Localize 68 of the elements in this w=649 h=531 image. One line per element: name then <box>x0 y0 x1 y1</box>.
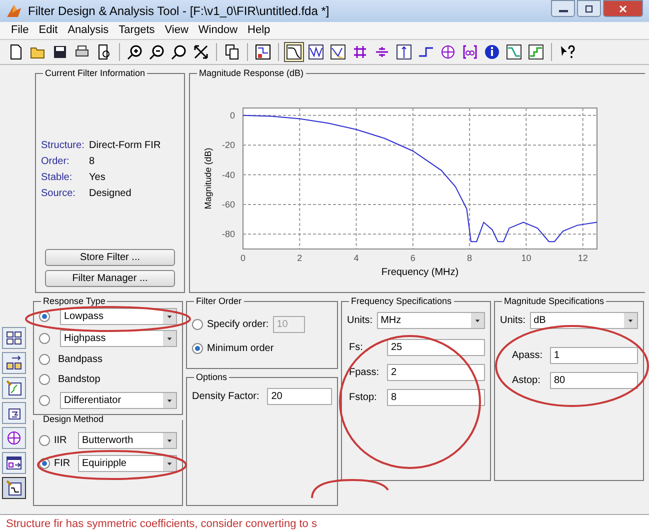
axis-label: Magnitude (dB) <box>203 148 213 210</box>
field-label: Fstop: <box>349 391 378 405</box>
menu-item[interactable]: File <box>6 22 34 39</box>
input-field[interactable]: 20 <box>267 388 332 405</box>
field-label: Units: <box>347 314 373 328</box>
tick-label: 6 <box>410 253 416 263</box>
menu-item[interactable]: Edit <box>34 22 63 39</box>
group-title: Options <box>195 373 228 382</box>
info-value: Yes <box>89 171 106 185</box>
field-label: Units: <box>500 314 526 328</box>
tick-label: 8 <box>467 253 472 263</box>
info-label: Stable: <box>41 171 74 185</box>
tick-label: -80 <box>222 229 235 240</box>
tick-label: 12 <box>578 253 588 263</box>
filter-button[interactable]: Store Filter ... <box>45 249 175 266</box>
option-label[interactable]: FIR <box>54 456 74 471</box>
tick-label: 4 <box>354 253 359 263</box>
dropdown[interactable]: MHz <box>376 312 485 329</box>
tick-label: 0 <box>240 253 246 263</box>
menu-item[interactable]: Help <box>242 22 276 39</box>
tick-label: -40 <box>222 170 235 180</box>
tick-label: -60 <box>222 199 235 210</box>
info-label: Source: <box>41 187 76 201</box>
filter-button[interactable]: Filter Manager ... <box>45 270 175 287</box>
group-title: Current Filter Information <box>44 69 146 78</box>
field-label: Astop: <box>512 374 542 388</box>
group-title: Design Method <box>42 415 105 424</box>
field-label: Apass: <box>512 349 544 363</box>
status-message: Structure fir has symmetric coefficients, consider converting to s <box>0 514 649 531</box>
option-label[interactable]: Minimum order <box>207 341 274 356</box>
input-field[interactable]: 25 <box>387 339 485 356</box>
group-title: Magnitude Response (dB) <box>198 69 305 78</box>
group-title: Magnitude Specifications <box>503 297 606 306</box>
menu-item[interactable]: Window <box>193 22 243 39</box>
field-label: Density Factor: <box>192 390 260 404</box>
tick-label: 10 <box>521 253 532 263</box>
dropdown[interactable]: dB <box>530 312 638 329</box>
input-field[interactable]: 2 <box>387 364 485 381</box>
menu-item[interactable]: Targets <box>114 22 160 39</box>
tick-label: -20 <box>222 140 235 150</box>
option-label[interactable]: Bandpass <box>58 352 102 367</box>
info-value: Direct-Form FIR <box>89 139 162 153</box>
group-title: Response Type <box>42 297 106 306</box>
option-label[interactable]: IIR <box>54 433 74 448</box>
input-field[interactable]: 1 <box>550 347 638 364</box>
axis-label: Frequency (MHz) <box>381 267 459 278</box>
input-field[interactable]: 80 <box>550 372 638 389</box>
menu-item[interactable]: View <box>160 22 194 39</box>
dropdown[interactable]: Butterworth <box>78 432 177 449</box>
info-value: Designed <box>89 187 132 201</box>
dropdown[interactable]: Lowpass <box>60 308 177 325</box>
option-label[interactable]: Bandstop <box>58 372 100 387</box>
info-value: 8 <box>89 155 96 169</box>
tick-label: 2 <box>297 253 302 263</box>
menu-item[interactable]: Analysis <box>62 22 114 39</box>
dropdown[interactable]: Differentiator <box>60 392 177 409</box>
dropdown[interactable]: Equiripple <box>78 455 177 472</box>
window-title: Filter Design & Analysis Tool - [F:\v1_0\FIR\untitled.fda *] <box>28 3 330 20</box>
option-label[interactable]: Specify order: <box>207 317 269 332</box>
info-label: Structure: <box>41 139 86 153</box>
field-label: Fpass: <box>349 366 380 380</box>
tick-label: 0 <box>230 110 235 120</box>
info-label: Order: <box>41 155 70 169</box>
input-field[interactable]: 8 <box>387 389 485 406</box>
group-title: Frequency Specifications <box>350 297 453 306</box>
group-title: Filter Order <box>195 297 243 306</box>
dropdown[interactable]: Highpass <box>60 330 177 347</box>
field-label: Fs: <box>349 341 364 355</box>
